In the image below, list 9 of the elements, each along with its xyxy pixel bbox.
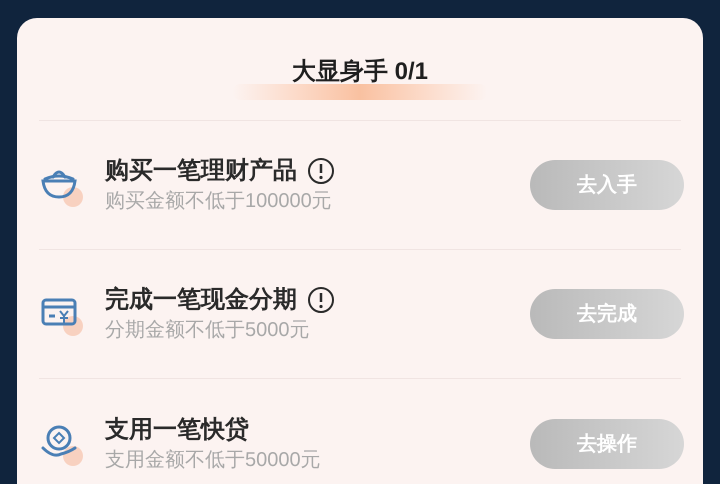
task-title: 支用一笔快贷 [105, 414, 249, 444]
task-subtitle: 分期金额不低于5000元 [105, 318, 310, 343]
task-title: 购买一笔理财产品 [105, 156, 297, 186]
task-subtitle: 购买金额不低于100000元 [105, 189, 333, 214]
info-icon[interactable] [307, 157, 335, 185]
task-subtitle: 支用金额不低于50000元 [105, 448, 322, 472]
info-icon[interactable] [307, 286, 335, 314]
section-title: 大显身手 0/1 [292, 57, 428, 87]
task-title: 完成一笔现金分期 [105, 285, 297, 315]
